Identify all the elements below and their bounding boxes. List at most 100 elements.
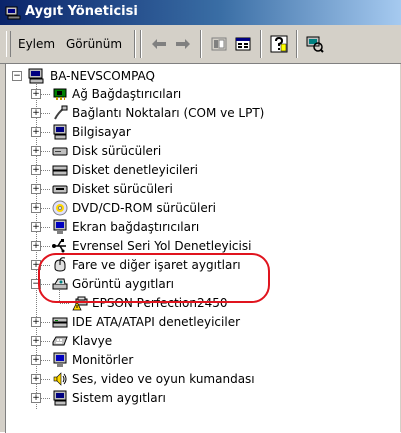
device-manager-icon: [5, 6, 21, 20]
expand-toggle[interactable]: +: [31, 374, 41, 384]
tree-connector: [41, 246, 50, 247]
tree-item-label: Sistem aygıtları: [72, 391, 166, 405]
expand-toggle[interactable]: +: [31, 146, 41, 156]
toolbar-separator: [200, 30, 202, 58]
expand-toggle[interactable]: +: [31, 336, 41, 346]
tree-connector: [41, 94, 50, 95]
expand-toggle[interactable]: +: [31, 89, 41, 99]
tree-item[interactable]: + Disket sürücüleri: [6, 180, 396, 198]
tree-item-label: Ağ Bağdaştırıcıları: [72, 87, 182, 101]
expand-toggle[interactable]: +: [31, 317, 41, 327]
tree-connector: [41, 284, 50, 285]
tree-connector: [41, 151, 50, 152]
usb-icon: [52, 239, 66, 253]
system-device-icon: [53, 390, 67, 406]
tree-item-label: IDE ATA/ATAPI denetleyiciler: [72, 315, 241, 329]
expand-toggle[interactable]: +: [31, 127, 41, 137]
expand-toggle[interactable]: +: [31, 241, 41, 251]
toolbar-separator: [134, 30, 136, 58]
tree-item-label: Görüntü aygıtları: [72, 277, 174, 291]
tree-view-icon: [211, 37, 227, 51]
tree-item-label: Ses, video ve oyun kumandası: [72, 372, 255, 386]
toolbar-separator: [296, 30, 298, 58]
collapse-toggle[interactable]: −: [12, 71, 22, 81]
expand-toggle[interactable]: +: [31, 355, 41, 365]
tree-item[interactable]: + Fare ve diğer işaret aygıtları: [6, 256, 396, 274]
scan-hardware-icon: [306, 36, 324, 53]
tree-item-label: Klavye: [72, 334, 113, 348]
keyboard-icon: [52, 336, 68, 346]
tree-connector: [41, 113, 50, 114]
expand-toggle[interactable]: +: [31, 165, 41, 175]
tree-connector: [60, 303, 69, 304]
tree-item[interactable]: + Disket denetleyicileri: [6, 161, 396, 179]
help-button[interactable]: [268, 34, 290, 54]
floppy-controller-icon: [52, 165, 68, 176]
tree-connector: [41, 265, 50, 266]
tree-item-label: EPSON Perfection2450: [92, 296, 228, 310]
tree-item-label: Ekran bağdaştırıcıları: [72, 220, 200, 234]
tree-item-label: DVD/CD-ROM sürücüleri: [72, 201, 217, 215]
toolbar-separator: [140, 30, 142, 58]
tree-connector: [41, 170, 50, 171]
scan-hardware-button[interactable]: [304, 34, 326, 54]
tree-item[interactable]: + Ağ Bağdaştırıcıları: [6, 85, 396, 103]
menu-action[interactable]: Eylem: [18, 37, 55, 51]
forward-button[interactable]: [172, 34, 194, 54]
floppy-drive-icon: [52, 185, 68, 194]
tree-item-expanded[interactable]: − Görüntü aygıtları: [6, 275, 396, 293]
tree-connector: [41, 341, 50, 342]
tree-item-label: Evrensel Seri Yol Denetleyicisi: [72, 239, 252, 253]
tree-connector: [41, 360, 50, 361]
ide-controller-icon: [52, 317, 68, 328]
tree-item[interactable]: + Sistem aygıtları: [6, 389, 396, 407]
display-adapter-icon: [53, 219, 67, 234]
tree-item[interactable]: + Disk sürücüleri: [6, 142, 396, 160]
back-arrow-icon: [152, 39, 166, 49]
tree-item[interactable]: + Klavye: [6, 332, 396, 350]
tree-root[interactable]: − BA-NEVSCOMPAQ: [10, 67, 390, 85]
tree-connector: [41, 189, 50, 190]
back-button[interactable]: [148, 34, 170, 54]
expand-toggle[interactable]: +: [31, 222, 41, 232]
tree-item-label: Disket sürücüleri: [72, 182, 173, 196]
tree-item[interactable]: + IDE ATA/ATAPI denetleyiciler: [6, 313, 396, 331]
tree-item[interactable]: + Evrensel Seri Yol Denetleyicisi: [6, 237, 396, 255]
forward-arrow-icon: [176, 39, 190, 49]
tree-connector: [41, 208, 50, 209]
expand-toggle[interactable]: +: [31, 203, 41, 213]
help-icon: [270, 35, 288, 53]
tree-connector: [41, 227, 50, 228]
tree-item-label: Bilgisayar: [72, 125, 131, 139]
tree-child-item[interactable]: EPSON Perfection2450: [6, 294, 396, 312]
menu-view[interactable]: Görünüm: [66, 37, 122, 51]
toolbar-grip[interactable]: [6, 31, 11, 57]
details-view-icon: [235, 37, 251, 51]
tree-item[interactable]: + Ekran bağdaştırıcıları: [6, 218, 396, 236]
collapse-toggle[interactable]: −: [31, 279, 41, 289]
tree-item[interactable]: + Bilgisayar: [6, 123, 396, 141]
details-view-button[interactable]: [232, 34, 254, 54]
tree-item-label: Disk sürücüleri: [72, 144, 162, 158]
tree-item[interactable]: + Bağlantı Noktaları (COM ve LPT): [6, 104, 396, 122]
port-icon: [54, 105, 68, 120]
tree-item-label: Disket denetleyicileri: [72, 163, 199, 177]
tree-connector: [41, 379, 50, 380]
network-adapter-icon: [53, 88, 67, 100]
tree-connector: [41, 132, 50, 133]
tree-item[interactable]: + Monitörler: [6, 351, 396, 369]
expand-toggle[interactable]: +: [31, 393, 41, 403]
tree-item-label: Fare ve diğer işaret aygıtları: [72, 258, 241, 272]
tree-item-label: Bağlantı Noktaları (COM ve LPT): [72, 106, 265, 120]
computer-icon: [53, 124, 67, 140]
tree-item[interactable]: + DVD/CD-ROM sürücüleri: [6, 199, 396, 217]
tree-item[interactable]: + Ses, video ve oyun kumandası: [6, 370, 396, 388]
expand-toggle[interactable]: +: [31, 260, 41, 270]
toolbar: Eylem Görünüm: [0, 25, 401, 64]
tree-connector: [41, 398, 50, 399]
tree-view-button[interactable]: [208, 34, 230, 54]
title-bar[interactable]: Aygıt Yöneticisi: [0, 0, 401, 25]
expand-toggle[interactable]: +: [31, 184, 41, 194]
device-tree: − BA-NEVSCOMPAQ + Ağ Bağdaştırıcıları +: [5, 63, 400, 433]
expand-toggle[interactable]: +: [31, 108, 41, 118]
